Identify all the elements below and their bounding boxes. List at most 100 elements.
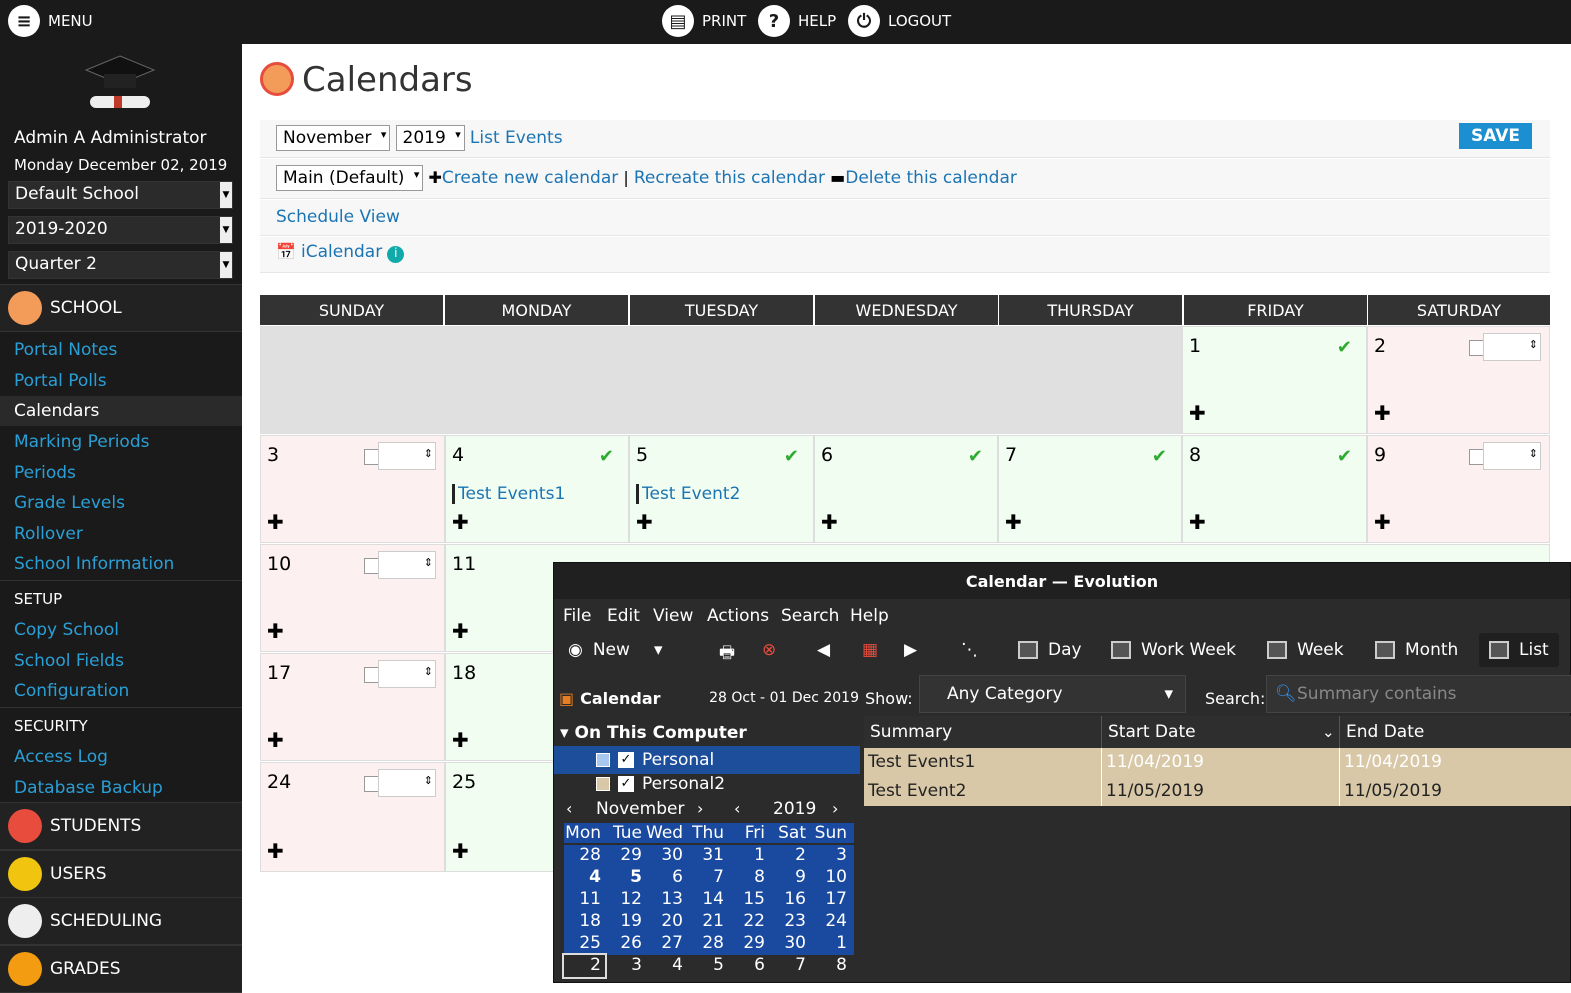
view-work-week-button[interactable]: Work Week	[1111, 640, 1236, 660]
calendar-select[interactable]: Main (Default)	[276, 165, 424, 191]
chevron-left-icon[interactable]: ‹	[566, 799, 572, 818]
event-summary[interactable]: Test Events1	[864, 748, 1102, 777]
mini-day[interactable]: 2	[562, 953, 607, 979]
students-section[interactable]: STUDENTS	[0, 802, 242, 850]
mini-day[interactable]: 3	[810, 845, 851, 867]
mini-day[interactable]: 4	[646, 955, 687, 977]
sidebar-item-access-log[interactable]: Access Log	[14, 747, 108, 767]
mini-day[interactable]: 14	[687, 889, 728, 911]
menu-view[interactable]: View	[653, 606, 693, 626]
print-button[interactable]: ▤ PRINT	[662, 5, 746, 37]
check-icon[interactable]: ✔	[599, 446, 614, 467]
add-event-icon[interactable]: ✚	[267, 619, 284, 643]
add-event-icon[interactable]: ✚	[267, 510, 284, 534]
add-event-icon[interactable]: ✚	[1189, 510, 1206, 534]
scheduling-section[interactable]: SCHEDULING	[0, 897, 242, 945]
checked-checkbox-icon[interactable]: ✓	[618, 776, 634, 792]
chevron-down-icon[interactable]: ▾	[654, 640, 663, 660]
check-icon[interactable]: ✔	[1152, 446, 1167, 467]
mini-day[interactable]: 19	[605, 911, 646, 933]
event-link[interactable]: Test Event2	[636, 484, 740, 504]
minutes-spinner[interactable]	[378, 769, 436, 797]
menu-help[interactable]: Help	[850, 606, 889, 626]
mini-day[interactable]: 7	[687, 867, 728, 889]
mini-day[interactable]: 22	[728, 911, 769, 933]
add-event-icon[interactable]: ✚	[452, 839, 469, 863]
view-month-button[interactable]: Month	[1375, 640, 1458, 660]
add-event-icon[interactable]: ✚	[267, 839, 284, 863]
year-select[interactable]: 2019	[395, 125, 465, 151]
add-event-icon[interactable]: ✚	[452, 619, 469, 643]
add-event-icon[interactable]: ✚	[1374, 510, 1391, 534]
schedule-view-link[interactable]: Schedule View	[276, 207, 400, 227]
check-icon[interactable]: ✔	[1337, 446, 1352, 467]
tree-group[interactable]: ▾ On This Computer	[554, 720, 860, 746]
mini-day[interactable]: 24	[810, 911, 851, 933]
calendar-source-personal2[interactable]: ✓ Personal2	[554, 774, 860, 794]
sidebar-item-marking-periods[interactable]: Marking Periods	[14, 432, 149, 452]
sidebar-item-grade-levels[interactable]: Grade Levels	[14, 493, 125, 513]
add-event-icon[interactable]: ✚	[821, 510, 838, 534]
mini-day[interactable]: 27	[646, 933, 687, 955]
new-button[interactable]: ◉ New ▾	[568, 640, 662, 660]
mini-day[interactable]: 30	[769, 933, 810, 955]
menu-file[interactable]: File	[563, 606, 591, 626]
mini-day[interactable]: 9	[769, 867, 810, 889]
sidebar-item-portal-notes[interactable]: Portal Notes	[14, 340, 117, 360]
mini-day[interactable]: 6	[728, 955, 769, 977]
mini-day[interactable]: 18	[564, 911, 605, 933]
icalendar-link[interactable]: iCalendar	[301, 242, 382, 262]
sidebar-item-copy-school[interactable]: Copy School	[14, 620, 119, 640]
chevron-left-icon[interactable]: ‹	[734, 799, 740, 818]
goto-date-icon[interactable]: ⋱	[961, 640, 978, 660]
save-button[interactable]: SAVE	[1458, 123, 1532, 149]
check-icon[interactable]: ✔	[1337, 337, 1352, 358]
minutes-spinner[interactable]	[1483, 442, 1541, 470]
mini-day[interactable]: 17	[810, 889, 851, 911]
minutes-spinner[interactable]	[378, 442, 436, 470]
add-event-icon[interactable]: ✚	[1005, 510, 1022, 534]
users-section[interactable]: USERS	[0, 850, 242, 898]
mini-day[interactable]: 8	[728, 867, 769, 889]
mini-day[interactable]: 29	[605, 845, 646, 867]
add-event-icon[interactable]: ✚	[452, 728, 469, 752]
add-event-icon[interactable]: ✚	[452, 510, 469, 534]
view-week-button[interactable]: Week	[1267, 640, 1344, 660]
sidebar-item-database-backup[interactable]: Database Backup	[14, 778, 163, 798]
quarter-select[interactable]: Quarter 2 ▼	[8, 251, 233, 279]
mini-day[interactable]: 1	[728, 845, 769, 867]
mini-day[interactable]: 23	[769, 911, 810, 933]
menu-search[interactable]: Search	[781, 606, 839, 626]
event-summary[interactable]: Test Event2	[864, 777, 1102, 806]
sidebar-item-rollover[interactable]: Rollover	[14, 524, 83, 544]
sidebar-item-calendars[interactable]: Calendars	[0, 396, 242, 426]
mini-day[interactable]: 5	[605, 867, 646, 889]
mini-day[interactable]: 1	[810, 933, 851, 955]
mini-day[interactable]: 16	[769, 889, 810, 911]
recreate-calendar-link[interactable]: Recreate this calendar	[634, 168, 825, 188]
mini-day[interactable]: 29	[728, 933, 769, 955]
grades-section[interactable]: GRADES	[0, 945, 242, 993]
add-event-icon[interactable]: ✚	[267, 728, 284, 752]
mini-day[interactable]: 25	[564, 933, 605, 955]
list-events-link[interactable]: List Events	[470, 128, 563, 148]
sidebar-item-configuration[interactable]: Configuration	[14, 681, 129, 701]
chevron-right-icon[interactable]: ›	[697, 799, 703, 818]
sidebar-item-portal-polls[interactable]: Portal Polls	[14, 371, 107, 391]
checked-checkbox-icon[interactable]: ✓	[618, 752, 634, 768]
mini-day[interactable]: 8	[810, 955, 851, 977]
mini-day[interactable]: 6	[646, 867, 687, 889]
sidebar-item-school-information[interactable]: School Information	[14, 554, 174, 574]
mini-day[interactable]: 28	[687, 933, 728, 955]
mini-day[interactable]: 10	[810, 867, 851, 889]
today-icon[interactable]: ▦	[862, 640, 878, 660]
mini-day[interactable]: 11	[564, 889, 605, 911]
event-start[interactable]: 11/04/2019	[1102, 748, 1340, 777]
event-start[interactable]: 11/05/2019	[1102, 777, 1340, 806]
event-end[interactable]: 11/04/2019	[1340, 748, 1571, 777]
menu-edit[interactable]: Edit	[607, 606, 640, 626]
mini-day[interactable]: 28	[564, 845, 605, 867]
menu-actions[interactable]: Actions	[707, 606, 769, 626]
school-select[interactable]: Default School ▼	[8, 181, 233, 209]
column-summary[interactable]: Summary	[864, 716, 1102, 748]
